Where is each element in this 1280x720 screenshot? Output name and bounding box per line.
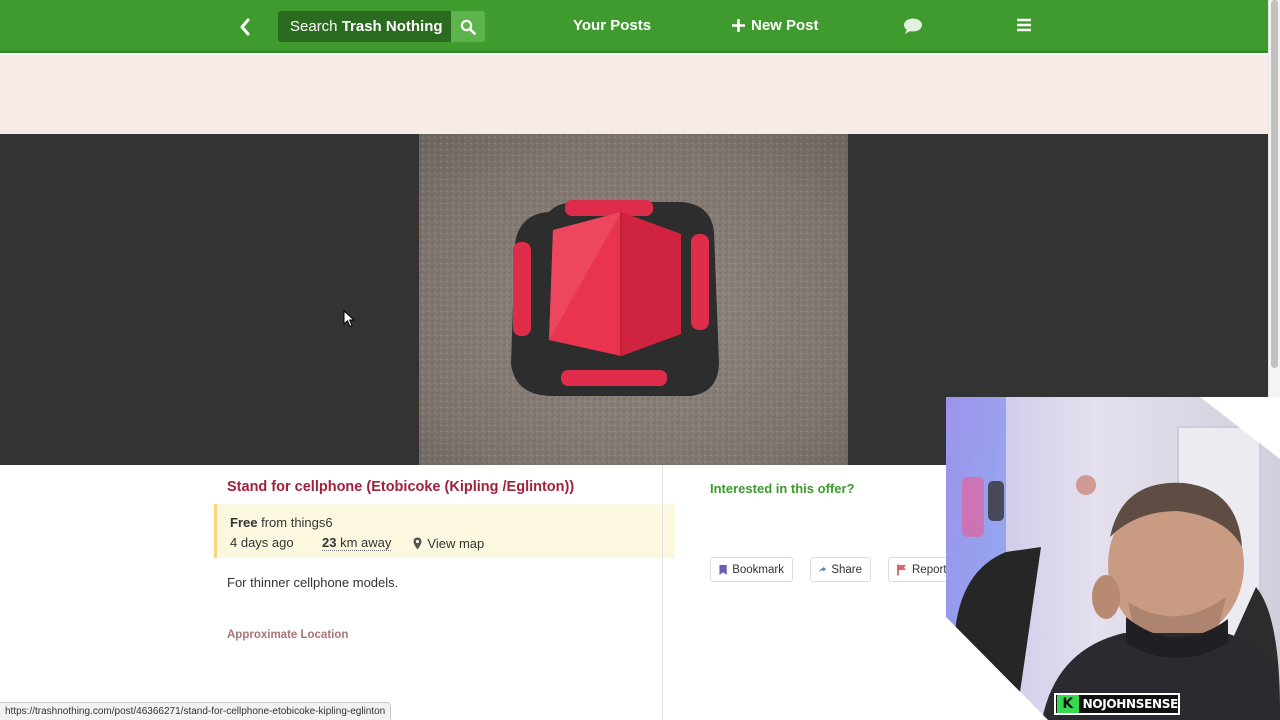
share-icon [819, 566, 827, 573]
post-age: 4 days ago [230, 535, 294, 550]
search-button[interactable] [451, 11, 485, 42]
search-input[interactable]: Search Trash Nothing [278, 11, 451, 42]
new-post-button[interactable]: New Post [732, 17, 819, 34]
post-description: For thinner cellphone models. [227, 575, 399, 590]
post-offer-line: Free from things6 [230, 515, 333, 530]
flag-icon [897, 564, 906, 575]
your-posts-link[interactable]: Your Posts [573, 17, 651, 34]
webcam-overlay [946, 397, 1280, 720]
menu-button[interactable] [1016, 17, 1032, 38]
post-distance: 23 km away [322, 535, 392, 551]
interested-heading: Interested in this offer? [710, 481, 855, 496]
chat-bubble-icon [904, 18, 922, 34]
approximate-location-heading: Approximate Location [227, 629, 349, 641]
channel-name: NOJOHNSENSE [1082, 697, 1179, 711]
page: Search Trash Nothing Your Posts New Post [0, 0, 1280, 720]
chevron-left-icon [240, 18, 250, 36]
search-prefix: Search [290, 18, 338, 35]
column-divider [662, 465, 663, 720]
status-bar-url: https://trashnothing.com/post/46366271/s… [0, 702, 392, 720]
post-title: Stand for cellphone (Etobicoke (Kipling … [227, 479, 575, 495]
back-button[interactable] [234, 14, 256, 40]
bookmark-label: Bookmark [732, 563, 784, 576]
scrollbar-thumb[interactable] [1271, 0, 1278, 368]
post-meta-line: 4 days ago 23 km away View map [230, 535, 484, 551]
search-bar[interactable]: Search Trash Nothing [278, 11, 485, 42]
top-nav: Search Trash Nothing Your Posts New Post [0, 0, 1268, 53]
plus-icon [732, 19, 745, 32]
messages-button[interactable] [903, 17, 923, 40]
bookmark-icon [719, 564, 727, 575]
post-info-box: Free from things6 4 days ago 23 km away … [214, 504, 675, 558]
map-pin-icon [413, 537, 422, 549]
search-icon [460, 19, 476, 35]
bookmark-button[interactable]: Bookmark [710, 557, 793, 582]
mouse-cursor-icon [343, 310, 355, 328]
search-brand: Trash Nothing [341, 18, 443, 35]
share-button[interactable]: Share [810, 557, 871, 582]
phone-stand-image [419, 134, 848, 465]
post-photo[interactable] [419, 134, 848, 465]
hamburger-menu-icon [1017, 18, 1031, 32]
new-post-label: New Post [751, 17, 819, 34]
banner-area [0, 55, 1268, 134]
view-map-link[interactable]: View map [413, 535, 484, 551]
post-type: Free [230, 515, 258, 530]
channel-tag: K NOJOHNSENSE [1054, 693, 1180, 715]
view-map-label: View map [427, 535, 485, 551]
webcam-feed-image [946, 397, 1280, 720]
post-author[interactable]: from things6 [261, 515, 333, 530]
channel-logo: K [1057, 695, 1079, 713]
report-label: Report [912, 563, 947, 576]
share-label: Share [831, 563, 862, 576]
